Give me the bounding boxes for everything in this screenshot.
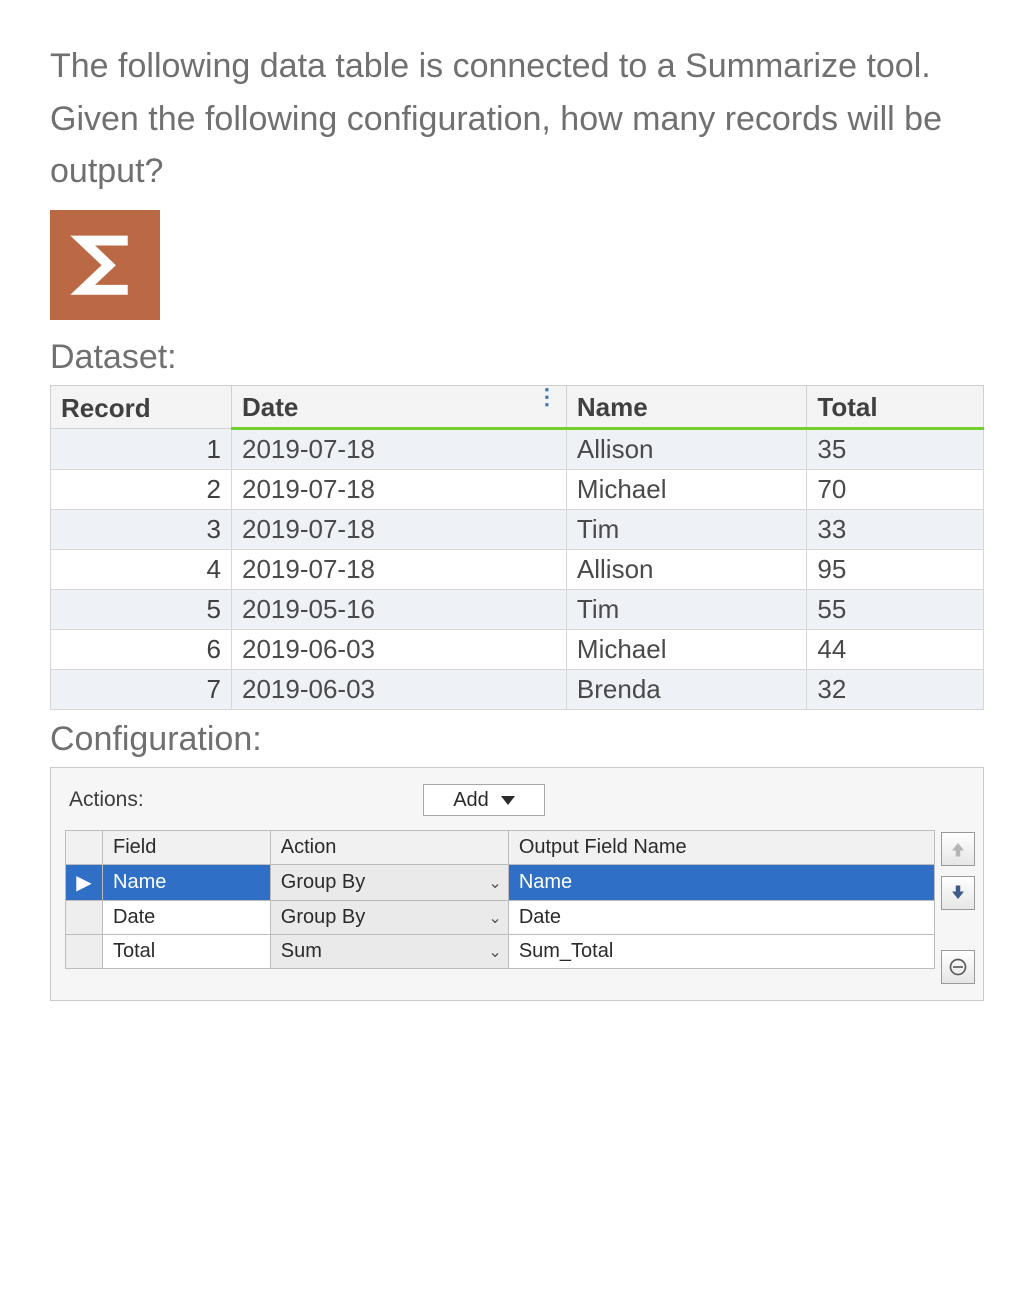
dataset-table: Record Date ⋮ Name Total 12019-07-18Alli… [50, 385, 984, 710]
add-dropdown[interactable]: Add [423, 784, 545, 816]
move-down-button[interactable] [941, 876, 975, 910]
config-output-cell[interactable]: Sum_Total [508, 935, 934, 969]
chevron-down-icon: ⌄ [488, 873, 501, 893]
dataset-header-total[interactable]: Total [807, 386, 984, 429]
cell-name: Brenda [566, 670, 807, 710]
dataset-header-date[interactable]: Date ⋮ [232, 386, 567, 429]
chevron-down-icon: ⌄ [488, 908, 501, 928]
cell-total: 55 [807, 590, 984, 630]
cell-name: Allison [566, 429, 807, 470]
cell-total: 33 [807, 510, 984, 550]
summarize-tool-icon [50, 210, 160, 320]
cell-name: Allison [566, 550, 807, 590]
move-up-button[interactable] [941, 832, 975, 866]
cell-date: 2019-06-03 [232, 670, 567, 710]
cell-name: Michael [566, 470, 807, 510]
table-row[interactable]: 72019-06-03Brenda32 [51, 670, 984, 710]
add-dropdown-label: Add [453, 789, 489, 812]
config-grid[interactable]: Field Action Output Field Name ▶NameGrou… [65, 830, 935, 969]
config-panel: Actions: Add Field Action Output Field N… [50, 767, 984, 1001]
cell-record: 5 [51, 590, 232, 630]
config-field-cell[interactable]: Date [103, 901, 271, 935]
config-field-cell[interactable]: Total [103, 935, 271, 969]
dataset-label: Dataset: [50, 338, 984, 377]
config-action-cell[interactable]: Group By⌄ [270, 901, 508, 935]
cell-date: 2019-07-18 [232, 429, 567, 470]
row-marker [66, 935, 103, 969]
dataset-header-name[interactable]: Name [566, 386, 807, 429]
column-menu-icon[interactable]: ⋮ [530, 392, 556, 402]
cell-total: 95 [807, 550, 984, 590]
cell-record: 1 [51, 429, 232, 470]
row-marker [66, 901, 103, 935]
cell-record: 4 [51, 550, 232, 590]
cell-name: Michael [566, 630, 807, 670]
config-header-field[interactable]: Field [103, 831, 271, 865]
config-output-cell[interactable]: Date [508, 901, 934, 935]
dataset-header-record[interactable]: Record [51, 386, 232, 429]
actions-label: Actions: [69, 788, 144, 812]
cell-record: 7 [51, 670, 232, 710]
chevron-down-icon: ⌄ [488, 942, 501, 962]
config-header-action[interactable]: Action [270, 831, 508, 865]
config-row[interactable]: ▶NameGroup By⌄Name [66, 865, 935, 901]
question-text: The following data table is connected to… [50, 40, 984, 198]
configuration-label: Configuration: [50, 720, 984, 759]
table-row[interactable]: 52019-05-16Tim55 [51, 590, 984, 630]
cell-name: Tim [566, 510, 807, 550]
cell-total: 35 [807, 429, 984, 470]
cell-record: 6 [51, 630, 232, 670]
cell-date: 2019-07-18 [232, 470, 567, 510]
cell-date: 2019-05-16 [232, 590, 567, 630]
config-action-cell[interactable]: Sum⌄ [270, 935, 508, 969]
config-header-marker [66, 831, 103, 865]
cell-record: 3 [51, 510, 232, 550]
table-row[interactable]: 42019-07-18Allison95 [51, 550, 984, 590]
cell-record: 2 [51, 470, 232, 510]
row-marker: ▶ [66, 865, 103, 901]
cell-date: 2019-06-03 [232, 630, 567, 670]
config-row[interactable]: TotalSum⌄Sum_Total [66, 935, 935, 969]
table-row[interactable]: 32019-07-18Tim33 [51, 510, 984, 550]
table-row[interactable]: 12019-07-18Allison35 [51, 429, 984, 470]
cell-date: 2019-07-18 [232, 510, 567, 550]
cell-name: Tim [566, 590, 807, 630]
remove-button[interactable] [941, 950, 975, 984]
cell-total: 32 [807, 670, 984, 710]
dataset-header-date-label: Date [242, 392, 298, 422]
config-row[interactable]: DateGroup By⌄Date [66, 901, 935, 935]
config-header-output[interactable]: Output Field Name [508, 831, 934, 865]
cell-date: 2019-07-18 [232, 550, 567, 590]
cell-total: 44 [807, 630, 984, 670]
cell-total: 70 [807, 470, 984, 510]
config-field-cell[interactable]: Name [103, 865, 271, 901]
table-row[interactable]: 22019-07-18Michael70 [51, 470, 984, 510]
config-output-cell[interactable]: Name [508, 865, 934, 901]
table-row[interactable]: 62019-06-03Michael44 [51, 630, 984, 670]
config-action-cell[interactable]: Group By⌄ [270, 865, 508, 901]
chevron-down-icon [501, 796, 515, 805]
